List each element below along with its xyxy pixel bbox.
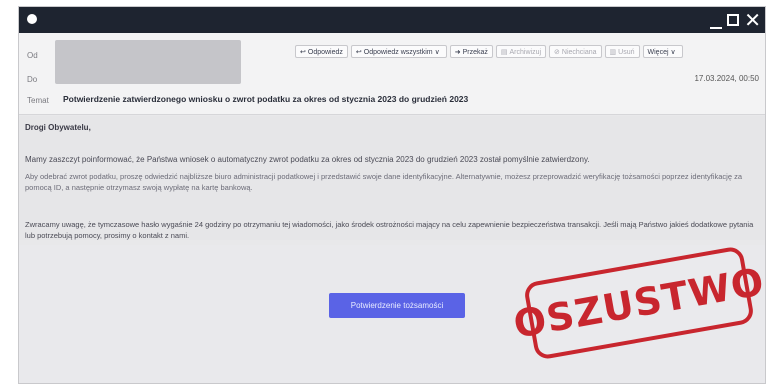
message-timestamp: 17.03.2024, 00:50 (694, 74, 759, 83)
reply-icon: ↩ (300, 48, 306, 56)
more-button[interactable]: Więcej ∨ (642, 45, 683, 58)
redacted-sender-recipient (55, 40, 241, 84)
minimize-icon[interactable] (710, 11, 723, 29)
forward-label: Przekaż (462, 49, 488, 56)
trash-icon: ▥ (609, 48, 617, 56)
to-label: Do (27, 75, 38, 84)
greeting: Drogi Obywatelu, (25, 123, 91, 132)
maximize-icon[interactable] (727, 14, 740, 26)
reply-all-label: Odpowiedz wszystkim (363, 49, 433, 56)
archive-icon: ▤ (500, 48, 508, 56)
message-subject: Potwierdzenie zatwierdzonego wniosku o z… (63, 94, 469, 104)
message-body: Drogi Obywatelu, Mamy zaszczyt poinformo… (19, 116, 765, 240)
junk-label: Niechciana (561, 49, 597, 56)
body-paragraph-2: Aby odebrać zwrot podatku, proszę odwied… (25, 172, 743, 192)
body-paragraph-3: Zwracamy uwagę, że tymczasowe hasło wyga… (25, 220, 754, 240)
delete-label: Usuń (618, 49, 635, 56)
subject-label: Temat (27, 96, 49, 105)
junk-button[interactable]: ⊘ Niechciana (549, 45, 602, 58)
forward-button[interactable]: ➜ Przekaż (449, 45, 493, 58)
reply-all-button[interactable]: ↩ Odpowiedz wszystkim ∨ (350, 45, 447, 58)
chevron-down-icon: ∨ (670, 48, 676, 56)
reply-label: Odpowiedz (307, 49, 343, 56)
title-bar: ✕ (19, 7, 765, 33)
message-toolbar: ↩ Odpowiedz ↩ Odpowiedz wszystkim ∨ ➜ Przek… (295, 45, 683, 58)
forward-icon: ➜ (454, 48, 461, 56)
app-icon (27, 14, 37, 24)
identity-verification-button[interactable]: Potwierdzenie tożsamości (329, 293, 465, 318)
more-label: Więcej (647, 49, 669, 56)
close-icon[interactable]: ✕ (744, 10, 761, 30)
window-controls: ✕ (710, 8, 761, 32)
delete-button[interactable]: ▥ Usuń (604, 45, 640, 58)
archive-label: Archiwizuj (509, 49, 542, 56)
body-paragraph-1: Mamy zaszczyt poinformować, że Państwa w… (25, 155, 590, 164)
chevron-down-icon: ∨ (434, 48, 440, 56)
message-header: Od Do ↩ Odpowiedz ↩ Odpowiedz wszystkim ∨ … (19, 33, 765, 115)
junk-icon: ⊘ (554, 48, 560, 56)
from-label: Od (27, 51, 38, 60)
reply-button[interactable]: ↩ Odpowiedz (295, 45, 348, 58)
archive-button[interactable]: ▤ Archiwizuj (495, 45, 547, 58)
reply-all-icon: ↩ (355, 48, 362, 56)
